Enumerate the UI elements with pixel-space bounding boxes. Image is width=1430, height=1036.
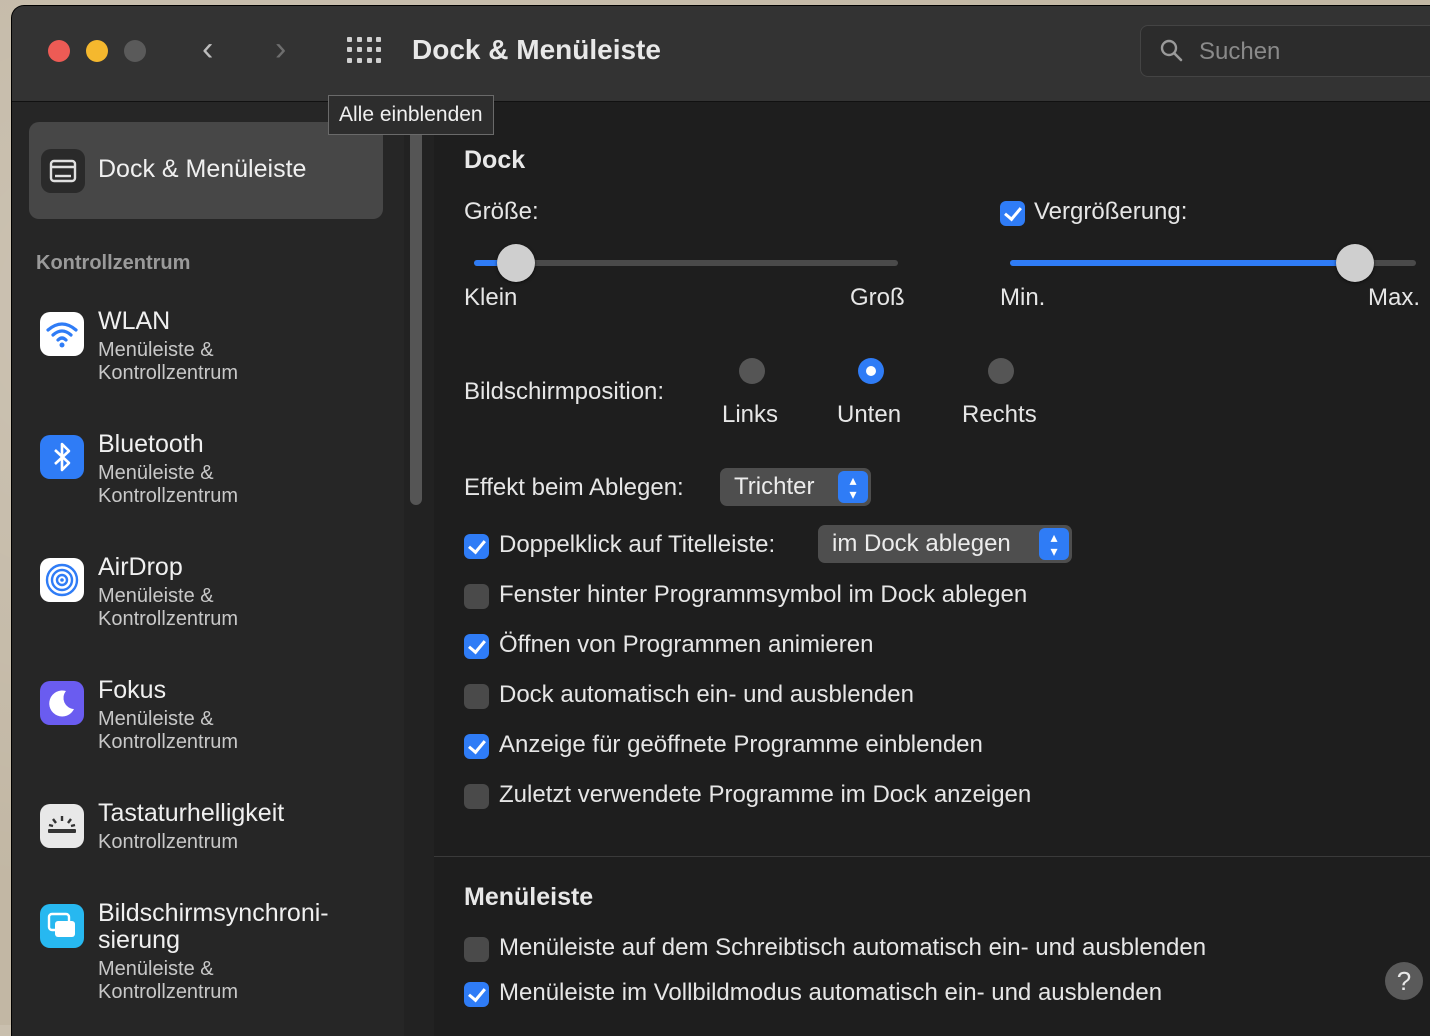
- option-checkbox[interactable]: [464, 634, 489, 659]
- minimize-effect-popup[interactable]: Trichter ▴ ▾: [720, 468, 871, 506]
- sidebar-item-label: Dock & Menüleiste: [98, 155, 307, 183]
- window-title: Dock & Menüleiste: [412, 34, 661, 65]
- sidebar-item-subtitle: Kontrollzentrum: [98, 485, 239, 507]
- search-placeholder: Suchen: [1199, 38, 1281, 65]
- tooltip-show-all: Alle einblenden: [328, 95, 494, 135]
- bluetooth-icon: [40, 435, 84, 479]
- sidebar-scrollbar-thumb[interactable]: [410, 130, 422, 505]
- option-checkbox[interactable]: [464, 584, 489, 609]
- menubar-option-label: Menüleiste im Vollbildmodus automatisch …: [499, 979, 1163, 1006]
- position-bottom-radio[interactable]: [858, 358, 884, 384]
- system-preferences-window: ‹ › Dock & Menüleiste Suchen Alle einble…: [12, 6, 1430, 1036]
- minimize-effect-label: Effekt beim Ablegen:: [464, 474, 684, 501]
- sidebar-item-title: Bluetooth: [98, 430, 204, 458]
- sidebar-item-title: Fokus: [98, 676, 167, 704]
- magnification-checkbox[interactable]: [1000, 201, 1025, 226]
- option-checkbox[interactable]: [464, 684, 489, 709]
- magnification-label: Vergrößerung:: [1034, 198, 1188, 225]
- sidebar-item-dock-menubar[interactable]: Dock & Menüleiste: [29, 122, 383, 219]
- doubleclick-action-popup[interactable]: im Dock ablegen ▴ ▾: [818, 525, 1072, 563]
- size-slider[interactable]: [474, 244, 898, 282]
- title-bar: ‹ › Dock & Menüleiste Suchen: [12, 6, 1430, 102]
- sidebar-item-subtitle: Menüleiste &: [98, 585, 214, 607]
- show-all-grid-icon[interactable]: [347, 37, 383, 65]
- sidebar-scrollbar[interactable]: [404, 102, 434, 1036]
- screen-mirroring-icon: [40, 904, 84, 948]
- position-left-label: Links: [722, 401, 779, 428]
- dock-icon: [41, 149, 85, 193]
- menubar-option-label: Menüleiste auf dem Schreibtisch automati…: [499, 934, 1207, 961]
- doubleclick-action-value: im Dock ablegen: [832, 530, 1011, 557]
- moon-icon: [40, 681, 84, 725]
- doubleclick-label: Doppelklick auf Titelleiste:: [499, 531, 776, 558]
- size-slider-knob[interactable]: [497, 244, 536, 282]
- sidebar-section-title: Kontrollzentrum: [36, 252, 191, 274]
- size-max-label: Groß: [850, 284, 905, 311]
- option-checkbox[interactable]: [464, 784, 489, 809]
- magnification-slider-knob[interactable]: [1336, 244, 1375, 282]
- forward-button[interactable]: ›: [275, 32, 286, 66]
- search-field[interactable]: Suchen: [1140, 25, 1430, 77]
- sidebar-item-subtitle: Menüleiste &: [98, 339, 214, 361]
- doubleclick-checkbox[interactable]: [464, 534, 489, 559]
- sidebar-item-subtitle: Kontrollzentrum: [98, 608, 239, 630]
- close-button[interactable]: [48, 40, 70, 62]
- sidebar-item-title-continued: sierung: [98, 926, 180, 954]
- option-label: Öffnen von Programmen animieren: [499, 631, 874, 658]
- magnification-max-label: Max.: [1368, 284, 1421, 311]
- section-divider: [434, 856, 1430, 857]
- size-label: Größe:: [464, 198, 539, 225]
- help-button[interactable]: ?: [1385, 962, 1423, 1000]
- menubar-option-checkbox[interactable]: [464, 937, 489, 962]
- sidebar-item-subtitle: Kontrollzentrum: [98, 362, 239, 384]
- zoom-button[interactable]: [124, 40, 146, 62]
- option-checkbox[interactable]: [464, 734, 489, 759]
- magnification-slider[interactable]: [1010, 244, 1416, 282]
- sidebar-item-title: Bildschirmsynchroni-: [98, 899, 329, 927]
- sidebar-item-subtitle: Menüleiste &: [98, 462, 214, 484]
- sidebar-item-subtitle: Menüleiste &: [98, 708, 214, 730]
- menubar-option-checkbox[interactable]: [464, 982, 489, 1007]
- sidebar-item-title: Tastaturhelligkeit: [98, 799, 285, 827]
- option-label: Dock automatisch ein- und ausblenden: [499, 681, 914, 708]
- minimize-button[interactable]: [86, 40, 108, 62]
- sidebar-item-title: AirDrop: [98, 553, 183, 581]
- dock-section-heading: Dock: [464, 146, 526, 174]
- position-right-radio[interactable]: [988, 358, 1014, 384]
- minimize-effect-value: Trichter: [734, 473, 815, 500]
- wifi-icon: [40, 312, 84, 356]
- screen-position-label: Bildschirmposition:: [464, 378, 665, 405]
- magnification-slider-fill: [1010, 260, 1356, 266]
- chevron-updown-icon: ▴ ▾: [1039, 528, 1069, 560]
- size-min-label: Klein: [464, 284, 518, 311]
- airdrop-icon: [40, 558, 84, 602]
- position-left-radio[interactable]: [739, 358, 765, 384]
- sidebar-item-subtitle: Menüleiste &: [98, 958, 214, 980]
- sidebar: Dock & Menüleiste Kontrollzentrum WLAN M…: [12, 102, 404, 1036]
- option-label: Fenster hinter Programmsymbol im Dock ab…: [499, 581, 1028, 608]
- back-button[interactable]: ‹: [202, 32, 213, 66]
- menubar-section-heading: Menüleiste: [464, 883, 594, 911]
- chevron-updown-icon: ▴ ▾: [838, 471, 868, 503]
- position-bottom-label: Unten: [837, 401, 902, 428]
- search-icon: [1160, 39, 1183, 62]
- position-right-label: Rechts: [962, 401, 1037, 428]
- option-label: Zuletzt verwendete Programme im Dock anz…: [499, 781, 1032, 808]
- sidebar-item-subtitle: Kontrollzentrum: [98, 981, 239, 1003]
- keyboard-brightness-icon: [40, 804, 84, 848]
- sidebar-item-subtitle: Kontrollzentrum: [98, 831, 239, 853]
- sidebar-item-subtitle: Kontrollzentrum: [98, 731, 239, 753]
- sidebar-item-title: WLAN: [98, 307, 171, 335]
- content-pane: Dock Größe: Klein Groß Vergrößerung: Min…: [434, 102, 1430, 1036]
- magnification-min-label: Min.: [1000, 284, 1046, 311]
- option-label: Anzeige für geöffnete Programme einblend…: [499, 731, 983, 758]
